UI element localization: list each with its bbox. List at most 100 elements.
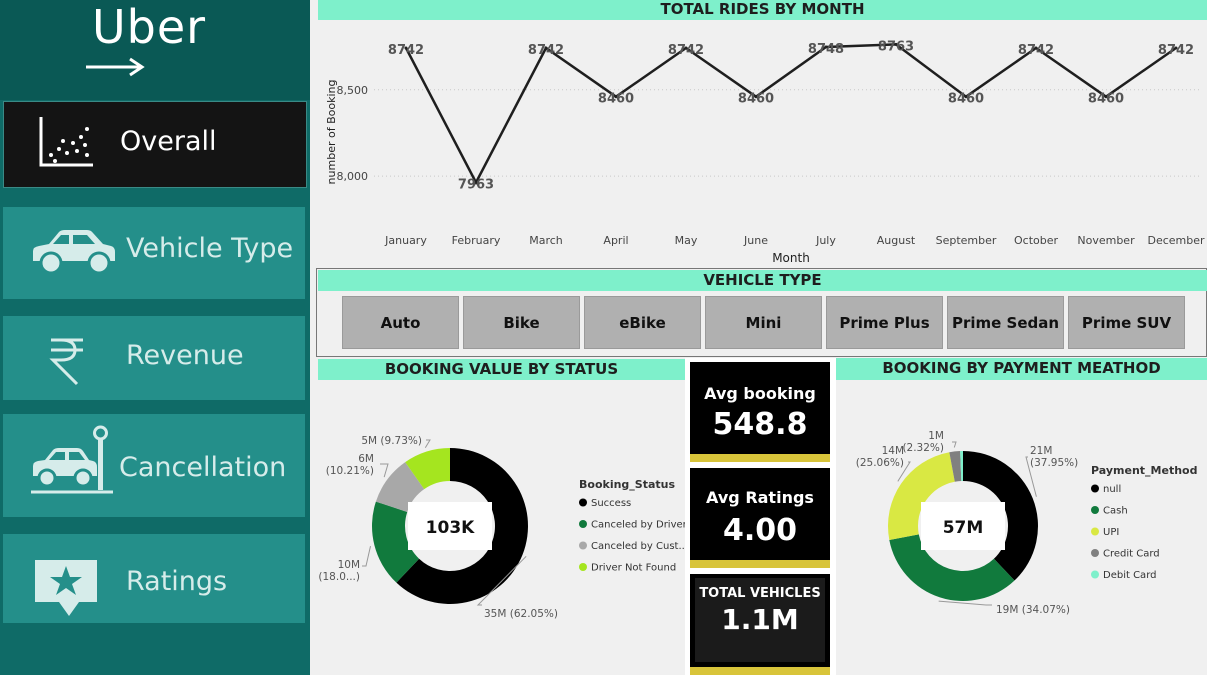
legend-item[interactable]: Success xyxy=(591,498,631,509)
x-tick-label: June xyxy=(743,234,768,247)
vehicle-type-bike-button[interactable]: Bike xyxy=(463,296,580,349)
vehicle-type-prime-plus-button[interactable]: Prime Plus xyxy=(826,296,943,349)
avg-ratings-value: 4.00 xyxy=(722,513,798,548)
legend-title: Payment_Method xyxy=(1091,464,1197,477)
line-chart-title: TOTAL RIDES BY MONTH xyxy=(318,0,1207,20)
y-tick-label: 8,500 xyxy=(337,84,369,97)
legend-marker xyxy=(579,541,587,550)
legend-marker xyxy=(579,520,587,528)
slice-label: 1M xyxy=(928,430,944,442)
kpi-accent-bar xyxy=(690,560,830,568)
legend-item[interactable]: Debit Card xyxy=(1103,570,1156,581)
avg-ratings-label: Avg Ratings xyxy=(706,488,814,507)
leader-line xyxy=(380,463,389,478)
slice-label: (18.0...) xyxy=(318,571,360,583)
sidebar: Uber Overall Vehicle Type Revenue Cancel… xyxy=(0,0,310,675)
leader-line xyxy=(952,441,957,448)
slice-label: 35M (62.05%) xyxy=(484,608,558,620)
line-series xyxy=(404,43,1177,186)
star-badge-icon xyxy=(35,560,97,616)
arrow-right-icon xyxy=(86,57,145,77)
data-label: 8742 xyxy=(528,43,564,58)
vehicle-type-mini-button[interactable]: Mini xyxy=(705,296,822,349)
scatter-chart-icon xyxy=(39,117,93,167)
slice-label: (37.95%) xyxy=(1030,457,1078,469)
kpi-accent-bar xyxy=(690,454,830,462)
leader-line xyxy=(362,545,371,567)
total-vehicles-value: 1.1M xyxy=(721,603,799,636)
avg-ratings-card: Avg Ratings 4.00 xyxy=(690,468,830,568)
x-tick-label: November xyxy=(1077,234,1135,247)
kpi-accent-bar xyxy=(690,667,830,675)
data-label: 8460 xyxy=(598,92,634,107)
legend-marker xyxy=(1091,506,1099,514)
slice-label: 19M (34.07%) xyxy=(996,604,1070,616)
brand-name: Uber xyxy=(92,0,207,54)
avg-booking-label: Avg booking xyxy=(704,384,816,403)
slice-label: (2.32%) xyxy=(902,442,944,454)
payment-donut-chart: 21M(37.95%) 19M (34.07%) 14M(25.06%) 1M(2.3… xyxy=(856,430,1198,616)
legend-item[interactable]: null xyxy=(1103,484,1121,495)
avg-booking-card: Avg booking 548.8 xyxy=(690,362,830,462)
x-tick-label: September xyxy=(936,234,997,247)
sidebar-item-revenue[interactable]: Revenue xyxy=(3,316,305,400)
x-tick-label: December xyxy=(1147,234,1205,247)
data-label: 8460 xyxy=(948,92,984,107)
legend-marker xyxy=(1091,484,1099,493)
sidebar-item-ratings[interactable]: Ratings xyxy=(3,534,305,623)
car-crash-icon xyxy=(31,425,113,494)
x-tick-label: October xyxy=(1014,234,1058,247)
sidebar-item-label: Vehicle Type xyxy=(126,233,294,264)
vehicle-type-prime-suv-button[interactable]: Prime SUV xyxy=(1068,296,1185,349)
x-axis-label: Month xyxy=(772,251,810,265)
legend-marker xyxy=(1091,549,1099,557)
vehicle-type-ebike-button[interactable]: eBike xyxy=(584,296,701,349)
legend-item[interactable]: UPI xyxy=(1103,527,1119,538)
slice-label: 21M xyxy=(1030,445,1052,457)
legend-title: Booking_Status xyxy=(579,478,675,491)
x-tick-label: August xyxy=(877,234,916,247)
legend-marker xyxy=(1091,527,1099,536)
sidebar-item-vehicle-type[interactable]: Vehicle Type xyxy=(3,207,305,299)
data-label: 8742 xyxy=(1158,43,1194,58)
legend-item[interactable]: Cash xyxy=(1103,506,1128,517)
data-label: 8742 xyxy=(388,43,424,58)
x-tick-label: May xyxy=(675,234,698,247)
vehicle-type-prime-sedan-button[interactable]: Prime Sedan xyxy=(947,296,1064,349)
x-tick-label: July xyxy=(815,234,836,247)
total-vehicles-card: TOTAL VEHICLES 1.1M xyxy=(690,574,830,675)
y-axis-label: number of Booking xyxy=(325,80,338,185)
leader-line xyxy=(424,439,431,449)
sidebar-item-label: Revenue xyxy=(126,340,244,371)
legend-item[interactable]: Credit Card xyxy=(1103,549,1160,560)
data-label: 8460 xyxy=(1088,92,1124,107)
x-tick-label: April xyxy=(603,234,628,247)
slice-label: 10M xyxy=(338,559,360,571)
x-tick-label: February xyxy=(452,234,501,247)
y-tick-label: 8,000 xyxy=(337,170,369,183)
vehicle-type-title: VEHICLE TYPE xyxy=(318,270,1207,291)
sidebar-item-overall[interactable]: Overall xyxy=(3,101,307,188)
vehicle-type-auto-button[interactable]: Auto xyxy=(342,296,459,349)
car-icon xyxy=(33,230,115,275)
x-tick-label: March xyxy=(529,234,563,247)
legend-item[interactable]: Driver Not Found xyxy=(591,563,676,574)
slice-label: (25.06%) xyxy=(856,457,904,469)
slice-label: (10.21%) xyxy=(326,465,374,477)
sidebar-item-label: Ratings xyxy=(126,566,228,597)
legend-item[interactable]: Canceled by Cust... xyxy=(591,541,685,552)
data-label: 8742 xyxy=(1018,43,1054,58)
data-label: 8763 xyxy=(878,39,914,54)
sidebar-item-cancellation[interactable]: Cancellation xyxy=(3,414,305,517)
legend-marker xyxy=(1091,570,1099,579)
data-label: 8460 xyxy=(738,92,774,107)
brand-logo: Uber xyxy=(0,0,310,100)
sidebar-item-label: Cancellation xyxy=(119,452,287,483)
x-tick-label: January xyxy=(384,234,427,247)
payment-chart-title: BOOKING BY PAYMENT MEATHOD xyxy=(836,358,1207,380)
data-label: 7963 xyxy=(458,177,494,192)
legend-item[interactable]: Canceled by Driver xyxy=(591,520,685,531)
avg-booking-value: 548.8 xyxy=(712,407,808,442)
status-donut-chart: 35M (62.05%) 10M(18.0...) 6M(10.21%) 5M (9.… xyxy=(318,435,685,620)
line-chart: 8,000 8,500 January February March April May Ju… xyxy=(325,39,1205,265)
